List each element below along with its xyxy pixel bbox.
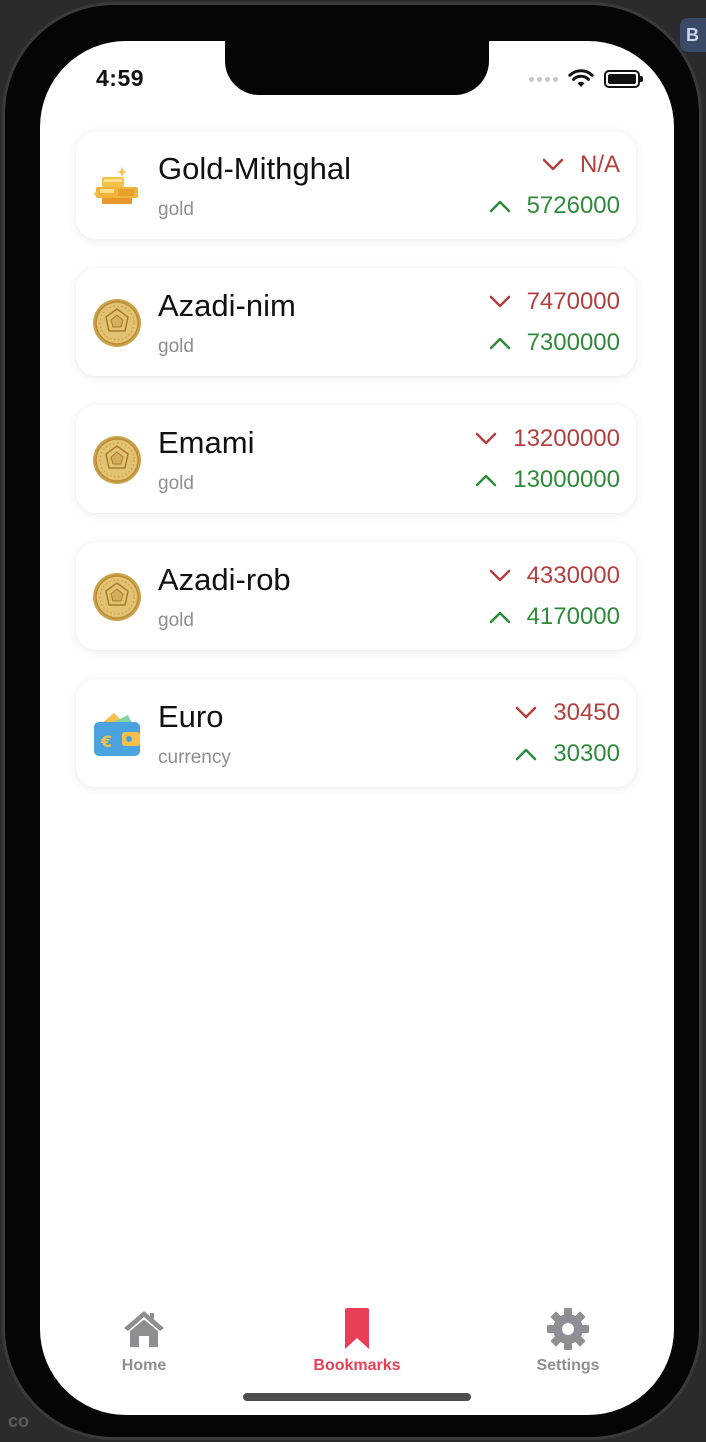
bookmark-card[interactable]: € Euro currency 30450 30300 <box>76 679 636 787</box>
svg-text:€: € <box>100 732 112 751</box>
buy-price: 7300000 <box>526 329 620 356</box>
chevron-down-icon <box>475 432 497 445</box>
item-title: Euro <box>158 699 224 734</box>
sell-price: 7470000 <box>526 288 620 315</box>
item-category: gold <box>158 336 194 357</box>
item-category: gold <box>158 610 194 631</box>
buy-price: 5726000 <box>526 192 620 219</box>
home-indicator <box>243 1393 471 1401</box>
sell-price: 30450 <box>553 699 620 726</box>
chevron-up-icon <box>475 474 497 487</box>
chevron-down-icon <box>489 569 510 582</box>
gold-bars-icon <box>92 161 142 211</box>
item-title: Emami <box>158 425 255 460</box>
bookmark-card[interactable]: Azadi-nim gold 7470000 7300000 <box>76 268 636 376</box>
chevron-down-icon <box>516 706 537 719</box>
sell-price: 4330000 <box>526 562 620 589</box>
buy-price-row: 5726000 <box>489 192 620 220</box>
chevron-up-icon <box>516 748 537 761</box>
gold-coin-icon <box>92 298 142 348</box>
euro-wallet-icon: € <box>92 709 142 759</box>
sell-price-row: N/A <box>542 151 620 179</box>
background-window-chip: B <box>680 18 706 52</box>
app-screen: 4:59 Gold-Mithghal gold N/A 5726000 Azadi-ni… <box>40 41 674 1415</box>
chevron-down-icon <box>542 158 564 171</box>
status-time: 4:59 <box>96 65 145 91</box>
sell-price: N/A <box>579 151 620 178</box>
sell-price: 13200000 <box>513 425 620 452</box>
buy-price-row: 7300000 <box>489 329 620 357</box>
chevron-down-icon <box>489 295 510 308</box>
tab-settings[interactable]: Settings <box>498 1307 638 1375</box>
item-category: currency <box>158 747 231 768</box>
cellular-signal-icon <box>529 76 558 82</box>
sell-price-row: 13200000 <box>475 425 620 453</box>
gear-icon <box>547 1308 589 1350</box>
bookmark-card[interactable]: Gold-Mithghal gold N/A 5726000 <box>76 131 636 239</box>
sell-price-row: 4330000 <box>489 562 620 590</box>
tab-home-label: Home <box>121 1357 167 1374</box>
status-icons <box>529 69 643 89</box>
battery-icon <box>604 70 643 88</box>
tab-bookmarks-label: Bookmarks <box>313 1357 401 1374</box>
item-category: gold <box>158 473 194 494</box>
wifi-icon <box>568 69 594 87</box>
buy-price-row: 13000000 <box>475 466 620 494</box>
buy-price-row: 30300 <box>515 740 620 768</box>
buy-price-row: 4170000 <box>489 603 620 631</box>
tab-home[interactable]: Home <box>74 1307 214 1375</box>
buy-price: 30300 <box>553 740 620 767</box>
device-frame: 4:59 Gold-Mithghal gold N/A 5726000 Azadi-ni… <box>2 2 702 1440</box>
background-window-text: co <box>8 1411 30 1431</box>
chevron-up-icon <box>489 337 510 350</box>
tab-bookmarks[interactable]: Bookmarks <box>287 1307 427 1375</box>
device-notch <box>225 41 489 95</box>
bookmark-icon <box>345 1308 369 1349</box>
item-title: Azadi-rob <box>158 562 291 597</box>
chevron-up-icon <box>489 611 510 624</box>
buy-price: 13000000 <box>513 466 620 493</box>
house-icon <box>124 1311 164 1347</box>
gold-coin-icon <box>92 435 142 485</box>
buy-price: 4170000 <box>526 603 620 630</box>
gold-coin-icon <box>92 572 142 622</box>
sell-price-row: 30450 <box>515 699 620 727</box>
bookmark-list: Gold-Mithghal gold N/A 5726000 Azadi-nim gold… <box>76 131 636 816</box>
chevron-up-icon <box>489 200 510 213</box>
bookmark-card[interactable]: Azadi-rob gold 4330000 4170000 <box>76 542 636 650</box>
item-category: gold <box>158 199 194 220</box>
bookmark-card[interactable]: Emami gold 13200000 13000000 <box>76 405 636 513</box>
sell-price-row: 7470000 <box>489 288 620 316</box>
item-title: Gold-Mithghal <box>158 151 351 186</box>
item-title: Azadi-nim <box>158 288 296 323</box>
tab-settings-label: Settings <box>536 1357 600 1374</box>
